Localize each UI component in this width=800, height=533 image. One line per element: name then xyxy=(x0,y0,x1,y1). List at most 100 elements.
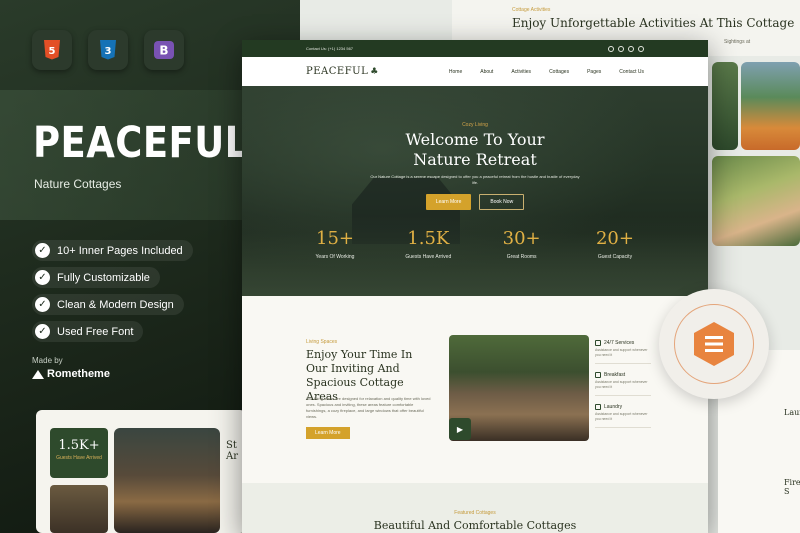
living-description: Our living areas are designed for relaxa… xyxy=(306,396,431,419)
amenity-name: Breakfast xyxy=(604,372,626,378)
feature-list: ✓ 10+ Inner Pages Included ✓ Fully Custo… xyxy=(32,240,193,348)
stat-number: 1.5K xyxy=(407,228,450,249)
stat-tile: 1.5K+ Guests Have Arrived xyxy=(50,428,108,478)
svg-text:3: 3 xyxy=(105,46,112,57)
css3-badge: 3 xyxy=(88,30,128,70)
nav-pages[interactable]: Pages xyxy=(587,69,601,75)
hero-title: Welcome To Your Nature Retreat xyxy=(242,130,708,170)
check-icon: ✓ xyxy=(35,270,50,285)
stat-label: Great Rooms xyxy=(506,254,537,260)
social-links xyxy=(608,45,644,52)
learn-more-button[interactable]: Learn More xyxy=(425,194,472,210)
hero-title-line2: Nature Retreat xyxy=(413,150,537,169)
living-kicker: Living Spaces xyxy=(306,339,338,345)
feature-item: ✓ Used Free Font xyxy=(32,321,144,342)
svg-text:5: 5 xyxy=(49,46,56,57)
nav-contact[interactable]: Contact Us xyxy=(619,69,644,75)
hero-description: Our Nature Cottage is a serene escape de… xyxy=(370,174,580,185)
amenity-text: Assistance and support whenever you need… xyxy=(595,412,648,421)
elementor-seal-badge xyxy=(659,289,769,399)
check-icon: ✓ xyxy=(35,243,50,258)
brand-subtitle: Nature Cottages xyxy=(34,177,122,191)
svg-text:B: B xyxy=(159,44,168,58)
site-navbar: PEACEFUL ♣ Home About Activities Cottage… xyxy=(242,57,708,86)
stat-label: Years Of Working xyxy=(315,254,355,260)
facebook-icon[interactable] xyxy=(608,45,614,52)
hero-kicker: Cozy Living xyxy=(462,122,488,128)
friends-photo xyxy=(712,156,800,246)
featured-title: Beautiful And Comfortable Cottages xyxy=(373,519,577,532)
amenity-item: Breakfast Assistance and support wheneve… xyxy=(595,369,651,396)
stat-item: 1.5K Guests Have Arrived xyxy=(393,228,463,260)
check-icon: ✓ xyxy=(35,297,50,312)
html5-icon: 5 xyxy=(44,40,60,60)
hero-section: Cozy Living Welcome To Your Nature Retre… xyxy=(242,86,708,296)
amenity-name: Laundry xyxy=(604,404,623,410)
kayak-photo xyxy=(741,62,800,150)
preview-card-bottom: 1.5K+ Guests Have Arrived St Ar xyxy=(36,410,246,533)
activities-kicker: Cottage Activities xyxy=(512,7,551,13)
bootstrap-badge: B xyxy=(144,30,184,70)
laundry-icon xyxy=(595,404,601,410)
hero-buttons: Learn More Book Now xyxy=(242,194,708,210)
stat-item: 20+ Guest Capacity xyxy=(580,228,650,260)
service-icon xyxy=(595,340,601,346)
slider-photo xyxy=(712,62,738,150)
featured-kicker: Featured Cottages xyxy=(454,510,496,516)
play-video-icon[interactable]: ▶ xyxy=(449,418,471,440)
seal-ring xyxy=(674,304,754,384)
logo-text: PEACEFUL xyxy=(306,66,369,77)
rometheme-icon xyxy=(32,369,44,379)
hero-stats: 15+ Years Of Working 1.5K Guests Have Ar… xyxy=(300,228,650,260)
cabin-lights-image xyxy=(114,428,220,533)
author-logo: Rometheme xyxy=(32,368,110,380)
book-now-button[interactable]: Book Now xyxy=(479,194,525,210)
feature-label: Used Free Font xyxy=(57,325,134,338)
activities-title: Enjoy Unforgettable Activities At This C… xyxy=(512,16,795,30)
living-learn-more-button[interactable]: Learn More xyxy=(306,427,350,439)
stat-number: 30+ xyxy=(502,228,541,249)
nav-cottages[interactable]: Cottages xyxy=(549,69,569,75)
amenities-list: 24/7 Services Assistance and support whe… xyxy=(595,337,651,433)
stat-item: 15+ Years Of Working xyxy=(300,228,370,260)
stat-label: Guest Capacity xyxy=(597,254,633,260)
stat-item: 30+ Great Rooms xyxy=(487,228,557,260)
amenity-name: 24/7 Services xyxy=(604,340,635,346)
feature-label: 10+ Inner Pages Included xyxy=(57,244,183,257)
site-preview: Contact Us: (+1) 1234 567 PEACEFUL ♣ Hom… xyxy=(242,40,708,533)
instagram-icon[interactable] xyxy=(628,45,634,52)
feature-item: ✓ Clean & Modern Design xyxy=(32,294,184,315)
stat-number: 15+ xyxy=(316,228,354,249)
site-topbar: Contact Us: (+1) 1234 567 xyxy=(242,40,708,57)
feature-label: Clean & Modern Design xyxy=(57,298,174,311)
css3-icon: 3 xyxy=(100,40,116,60)
html5-badge: 5 xyxy=(32,30,72,70)
site-logo[interactable]: PEACEFUL ♣ xyxy=(306,66,379,77)
cabin-image xyxy=(50,485,108,533)
palm-tree-icon: ♣ xyxy=(370,66,379,77)
youtube-icon[interactable] xyxy=(638,45,644,52)
topbar-contact: Contact Us: (+1) 1234 567 xyxy=(306,46,354,51)
living-section: Living Spaces Enjoy Your Time In Our Inv… xyxy=(242,296,708,483)
feature-item: ✓ 10+ Inner Pages Included xyxy=(32,240,193,261)
feature-label: Fully Customizable xyxy=(57,271,150,284)
stat-number: 1.5K+ xyxy=(58,438,100,453)
amenity-text: Assistance and support whenever you need… xyxy=(595,380,648,389)
made-by-label: Made by xyxy=(32,356,63,365)
twitter-icon[interactable] xyxy=(618,45,624,52)
nav-activities[interactable]: Activities xyxy=(511,69,531,75)
nav-about[interactable]: About xyxy=(480,69,493,75)
brand-title: PEACEFULL xyxy=(33,118,273,168)
check-icon: ✓ xyxy=(35,324,50,339)
nav-home[interactable]: Home xyxy=(449,69,462,75)
elementor-icon xyxy=(694,322,734,366)
stat-number: 20+ xyxy=(595,228,634,249)
amenity-text: Assistance and support whenever you need… xyxy=(595,348,648,357)
featured-section: Featured Cottages Beautiful And Comforta… xyxy=(242,483,708,533)
main-nav: Home About Activities Cottages Pages Con… xyxy=(449,69,644,75)
stat-label: Guests Have Arrived xyxy=(405,254,452,260)
service-title: Laun xyxy=(784,408,800,417)
author-name: Rometheme xyxy=(47,368,110,380)
feature-item: ✓ Fully Customizable xyxy=(32,267,160,288)
hero-title-line1: Welcome To Your xyxy=(405,130,545,149)
